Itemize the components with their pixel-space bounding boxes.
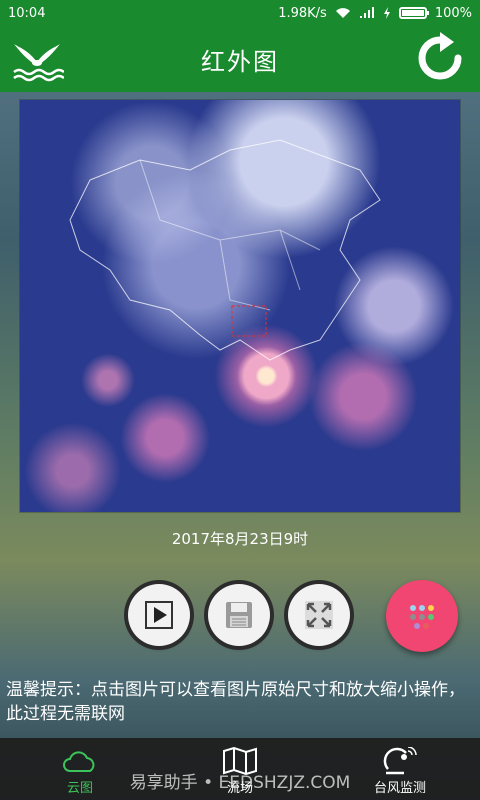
app-bar: 红外图 [0, 26, 480, 92]
fullscreen-icon [305, 601, 333, 629]
status-icons: 1.98K/s 100% [278, 6, 472, 21]
battery-level: 100% [434, 5, 472, 21]
infrared-satellite-image[interactable] [20, 100, 460, 512]
menu-fab[interactable] [386, 580, 458, 652]
map-borders [69, 139, 381, 361]
fullscreen-button[interactable] [288, 584, 350, 646]
floppy-icon [226, 602, 252, 628]
logo-icon [13, 44, 64, 82]
status-time: 10:04 [8, 5, 46, 21]
tip-text: 温馨提示：点击图片可以查看图片原始尺寸和放大缩小操作，此过程无需联网 [6, 680, 465, 724]
refresh-icon[interactable] [414, 32, 466, 84]
network-speed: 1.98K/s [278, 5, 327, 21]
play-icon [145, 601, 173, 629]
image-timestamp: 2017年8月23日9时 [171, 530, 309, 548]
save-button[interactable] [208, 584, 270, 646]
battery-icon [398, 7, 429, 19]
status-bar: 10:04 1.98K/s 100% [0, 0, 480, 26]
play-button[interactable] [128, 584, 190, 646]
signal-icon [359, 7, 374, 18]
dots-grid-icon [410, 605, 434, 629]
watermark-text: 易享助手 • EEDSHZJZ.COM [129, 773, 351, 793]
wifi-icon [335, 8, 350, 18]
charging-icon [383, 7, 390, 19]
page-title: 红外图 [201, 47, 279, 76]
